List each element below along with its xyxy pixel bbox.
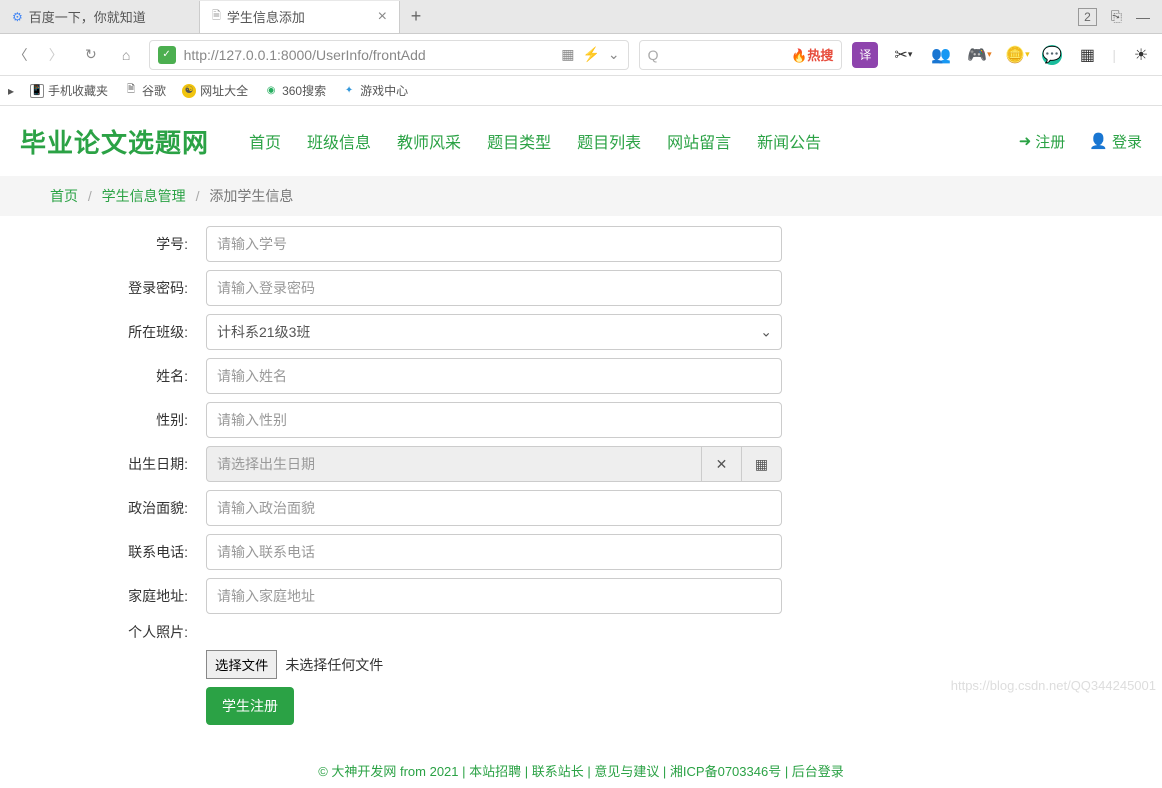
choose-file-button[interactable]: 选择文件 [206,650,277,679]
name-input[interactable] [206,358,782,394]
gender-input[interactable] [206,402,782,438]
nav-messages[interactable]: 网站留言 [667,129,731,153]
search-icon: Q [648,47,659,63]
browser-tab[interactable]: ⚙ 百度一下，你就知道 [0,1,200,33]
close-tab-icon[interactable]: × [378,8,387,26]
clear-date-button[interactable]: ✕ [702,446,742,482]
label-photo: 个人照片: [50,622,206,642]
url-bar[interactable]: ✓ http://127.0.0.1:8000/UserInfo/frontAd… [149,40,629,70]
refresh-icon[interactable]: 👥 [928,42,954,68]
new-tab-button[interactable]: + [400,6,432,27]
nav-topic-list[interactable]: 题目列表 [577,129,641,153]
label-password: 登录密码: [50,278,206,298]
bookmark-item[interactable]: ☯网址大全 [182,82,248,99]
label-name: 姓名: [50,366,206,386]
calendar-button[interactable]: ▦ [742,446,782,482]
register-link[interactable]: ➜注册 [1019,131,1066,152]
signin-icon: ➜ [1019,132,1032,150]
submit-button[interactable]: 学生注册 [206,687,294,725]
bookmark-item[interactable]: 🗎谷歌 [124,82,166,99]
nav-class-info[interactable]: 班级信息 [307,129,371,153]
calendar-icon: ▦ [755,456,768,473]
breadcrumb: 首页 / 学生信息管理 / 添加学生信息 [0,176,1162,216]
nav-home[interactable]: 首页 [249,129,281,153]
nav-topic-type[interactable]: 题目类型 [487,129,551,153]
back-button[interactable]: 〈 [8,42,33,68]
birthdate-input[interactable] [206,446,702,482]
url-text: http://127.0.0.1:8000/UserInfo/frontAdd [184,47,554,63]
chat-icon[interactable]: 💬 [1042,45,1062,65]
favicon-baidu: ⚙ [12,10,23,24]
wallet-icon[interactable]: 🪙▾ [1004,42,1030,68]
label-phone: 联系电话: [50,542,206,562]
label-class: 所在班级: [50,322,206,342]
tab-count-badge: 2 [1078,8,1097,26]
file-chosen-text: 未选择任何文件 [285,655,383,675]
qr-icon[interactable]: ▦ [561,46,574,63]
breadcrumb-current: 添加学生信息 [209,188,293,204]
bookmark-item[interactable]: ◉360搜索 [264,82,326,99]
minimize-icon[interactable]: — [1136,9,1150,25]
grid-icon[interactable]: ▦ [1074,42,1100,68]
bookmark-item[interactable]: 📱手机收藏夹 [30,82,108,99]
reload-button[interactable]: ↻ [78,42,103,68]
browser-tab-active[interactable]: 🗎 学生信息添加 × [200,1,400,33]
chevron-down-icon[interactable]: ⌄ [608,46,620,63]
student-no-input[interactable] [206,226,782,262]
label-birthdate: 出生日期: [50,454,206,474]
scissors-icon[interactable]: ✂▾ [890,42,916,68]
extension-icon[interactable]: ⎘ [1111,8,1122,25]
nav-news[interactable]: 新闻公告 [757,129,821,153]
settings-icon[interactable]: ☀ [1128,42,1154,68]
home-button[interactable]: ⌂ [113,42,138,68]
forward-button[interactable]: 〉 [43,42,68,68]
hot-search-label: 🔥热搜 [791,45,833,64]
nav-teachers[interactable]: 教师风采 [397,129,461,153]
expand-icon[interactable]: ▸ [8,84,14,98]
breadcrumb-home[interactable]: 首页 [50,188,78,204]
login-link[interactable]: 👤登录 [1089,131,1142,152]
user-icon: 👤 [1089,132,1108,150]
class-select[interactable]: 计科系21级3班 [206,314,782,350]
label-address: 家庭地址: [50,586,206,606]
label-gender: 性别: [50,410,206,430]
browser-search-input[interactable]: Q 🔥热搜 [639,40,843,70]
bookmark-item[interactable]: ✦游戏中心 [342,82,408,99]
footer: © 大神开发网 from 2021 | 本站招聘 | 联系站长 | 意见与建议 … [0,753,1162,788]
label-political: 政治面貌: [50,498,206,518]
shield-icon: ✓ [158,46,176,64]
political-input[interactable] [206,490,782,526]
tab-title: 学生信息添加 [227,7,305,26]
lightning-icon[interactable]: ⚡ [582,46,599,63]
label-student-no: 学号: [50,234,206,254]
translate-icon[interactable]: 译 [852,42,878,68]
tab-title: 百度一下，你就知道 [29,7,146,26]
breadcrumb-mgmt[interactable]: 学生信息管理 [102,188,186,204]
address-input[interactable] [206,578,782,614]
site-logo[interactable]: 毕业论文选题网 [20,123,209,160]
phone-input[interactable] [206,534,782,570]
gamepad-icon[interactable]: 🎮▾ [966,42,992,68]
password-input[interactable] [206,270,782,306]
favicon-page: 🗎 [212,7,221,26]
